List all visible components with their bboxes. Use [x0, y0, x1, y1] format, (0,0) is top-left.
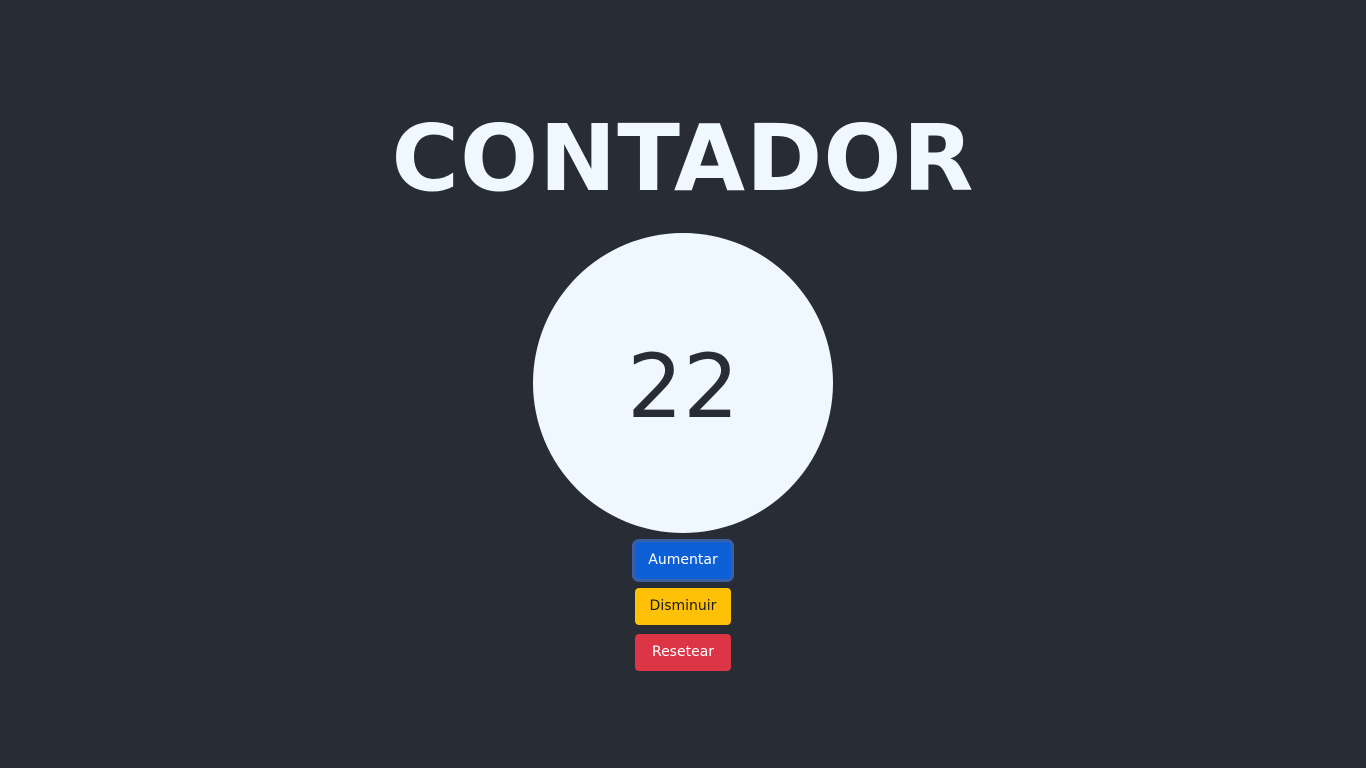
reset-button[interactable]: Resetear	[635, 634, 731, 671]
counter-display: 22	[533, 233, 833, 533]
decrement-button[interactable]: Disminuir	[635, 588, 731, 625]
increment-button[interactable]: Aumentar	[635, 542, 731, 579]
page-title: CONTADOR	[391, 105, 975, 212]
counter-page: CONTADOR 22 Aumentar Disminuir Resetear	[0, 0, 1366, 768]
counter-value: 22	[627, 335, 739, 438]
